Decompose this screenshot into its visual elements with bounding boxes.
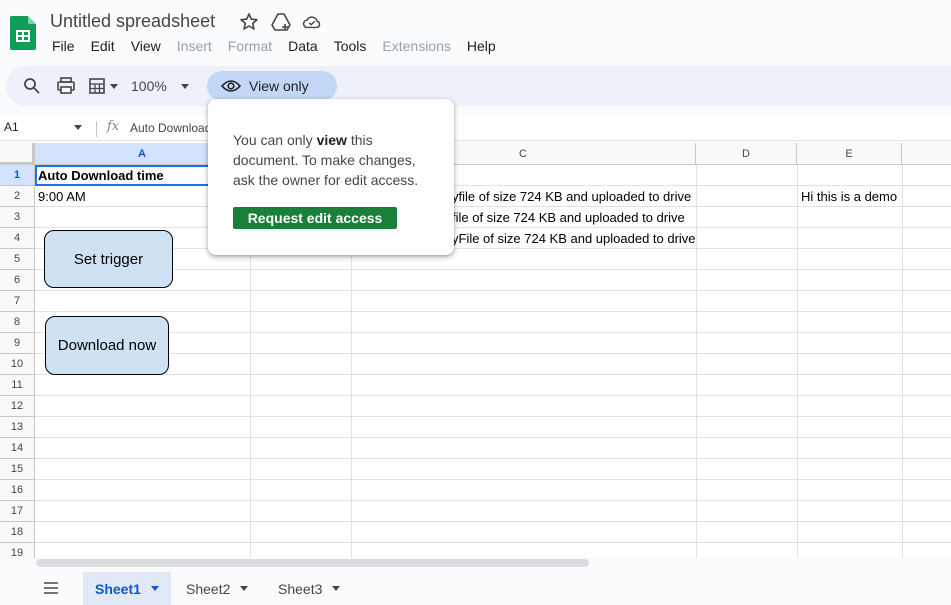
sheet-tab-label: Sheet2 <box>186 580 231 597</box>
star-icon[interactable] <box>239 12 259 32</box>
chevron-down-icon[interactable] <box>240 586 249 591</box>
menu-format[interactable]: Format <box>220 38 280 56</box>
cloud-status-icon[interactable] <box>302 12 322 32</box>
eye-icon <box>221 80 241 92</box>
spreadsheet-app: Untitled spreadsheet File Edit View Inse… <box>0 0 951 605</box>
all-sheets-menu-icon[interactable] <box>43 582 59 594</box>
sheet-tabs-bar: Sheet1 Sheet2 Sheet3 <box>0 570 951 605</box>
gridline <box>35 458 951 459</box>
row-header[interactable]: 17 <box>0 501 35 522</box>
menu-help[interactable]: Help <box>459 38 504 56</box>
menu-insert[interactable]: Insert <box>169 38 220 56</box>
row-header[interactable]: 2 <box>0 186 35 207</box>
chevron-down-icon <box>180 83 189 89</box>
document-title[interactable]: Untitled spreadsheet <box>50 11 215 32</box>
chevron-down-icon[interactable] <box>150 586 159 591</box>
view-only-button[interactable]: View only <box>207 71 337 101</box>
gridline <box>35 311 951 312</box>
row-header[interactable]: 18 <box>0 522 35 543</box>
popup-text-before: You can only <box>233 132 313 148</box>
row-header[interactable]: 14 <box>0 438 35 459</box>
sheet-tab-sheet1[interactable]: Sheet1 <box>83 572 171 605</box>
view-only-popup: You can only view this document. To make… <box>208 99 454 255</box>
gridline <box>35 353 951 354</box>
divider <box>96 121 97 137</box>
sheet-tab-label: Sheet3 <box>278 580 323 597</box>
header: Untitled spreadsheet File Edit View Inse… <box>0 0 951 64</box>
format-options-button[interactable] <box>88 74 118 98</box>
formula-bar: A1 fx Auto Download time <box>0 115 951 141</box>
gridline <box>35 437 951 438</box>
chevron-down-icon[interactable] <box>74 125 82 130</box>
menu-extensions[interactable]: Extensions <box>374 38 458 56</box>
fx-icon: fx <box>107 119 120 134</box>
cell-e2[interactable]: Hi this is a demo <box>801 187 897 207</box>
row-header[interactable]: 6 <box>0 270 35 291</box>
gridline <box>35 500 951 501</box>
row-header[interactable]: 10 <box>0 354 35 375</box>
gridline <box>35 332 951 333</box>
row-header[interactable]: 15 <box>0 459 35 480</box>
row-header[interactable]: 7 <box>0 291 35 312</box>
menu-edit[interactable]: Edit <box>83 38 123 56</box>
row-header[interactable]: 4 <box>0 228 35 249</box>
row-header[interactable]: 8 <box>0 312 35 333</box>
sheet-tab-label: Sheet1 <box>95 580 141 597</box>
move-to-drive-icon[interactable] <box>271 12 291 32</box>
horizontal-scrollbar[interactable] <box>36 559 589 567</box>
view-only-label: View only <box>249 78 309 94</box>
cell-a2[interactable]: 9:00 AM <box>38 187 86 207</box>
gridline <box>35 395 951 396</box>
gridline <box>35 374 951 375</box>
row-header[interactable]: 9 <box>0 333 35 354</box>
gridline <box>35 290 951 291</box>
sheets-logo-icon[interactable] <box>10 16 36 50</box>
chevron-down-icon[interactable] <box>332 586 341 591</box>
name-box[interactable]: A1 <box>4 120 19 134</box>
sheet-tab-sheet3[interactable]: Sheet3 <box>266 572 352 605</box>
popup-text-bold: view <box>316 132 347 148</box>
menubar: File Edit View Insert Format Data Tools … <box>44 38 504 56</box>
menu-tools[interactable]: Tools <box>326 38 375 56</box>
row-header[interactable]: 12 <box>0 396 35 417</box>
gridline <box>35 521 951 522</box>
row-header[interactable]: 16 <box>0 480 35 501</box>
column-header-d[interactable]: D <box>696 143 797 165</box>
row-header[interactable]: 13 <box>0 417 35 438</box>
column-header-f[interactable] <box>902 143 951 165</box>
sheet-tab-sheet2[interactable]: Sheet2 <box>174 572 260 605</box>
gridline <box>35 542 951 543</box>
row-header[interactable]: 19 <box>0 543 35 558</box>
cell-c3[interactable]: file of size 724 KB and uploaded to driv… <box>452 208 685 228</box>
gridline <box>35 479 951 480</box>
download-now-button[interactable]: Download now <box>45 316 169 375</box>
cell-grid[interactable]: A B C D E 1 2 3 4 5 6 7 8 9 10 11 12 13 … <box>0 143 951 558</box>
chevron-down-icon <box>110 83 118 89</box>
gridline <box>35 416 951 417</box>
row-header[interactable]: 11 <box>0 375 35 396</box>
zoom-value: 100% <box>131 78 167 94</box>
set-trigger-button[interactable]: Set trigger <box>44 230 173 288</box>
popup-message: You can only view this document. To make… <box>233 130 433 190</box>
row-header[interactable]: 3 <box>0 207 35 228</box>
menu-file[interactable]: File <box>44 38 83 56</box>
select-all-corner[interactable] <box>0 143 35 165</box>
zoom-select[interactable]: 100% <box>131 74 189 98</box>
menu-data[interactable]: Data <box>280 38 326 56</box>
row-header[interactable]: 1 <box>0 165 35 186</box>
menu-view[interactable]: View <box>123 38 169 56</box>
row-header[interactable]: 5 <box>0 249 35 270</box>
cell-c4[interactable]: yFile of size 724 KB and uploaded to dri… <box>452 229 696 249</box>
request-edit-access-button[interactable]: Request edit access <box>233 207 397 229</box>
search-menus-icon[interactable] <box>22 74 42 98</box>
cell-c2[interactable]: yfile of size 724 KB and uploaded to dri… <box>452 187 691 207</box>
column-header-e[interactable]: E <box>797 143 902 165</box>
table-format-icon <box>89 78 105 94</box>
print-icon[interactable] <box>56 74 76 98</box>
toolbar: 100% View only <box>6 66 951 106</box>
